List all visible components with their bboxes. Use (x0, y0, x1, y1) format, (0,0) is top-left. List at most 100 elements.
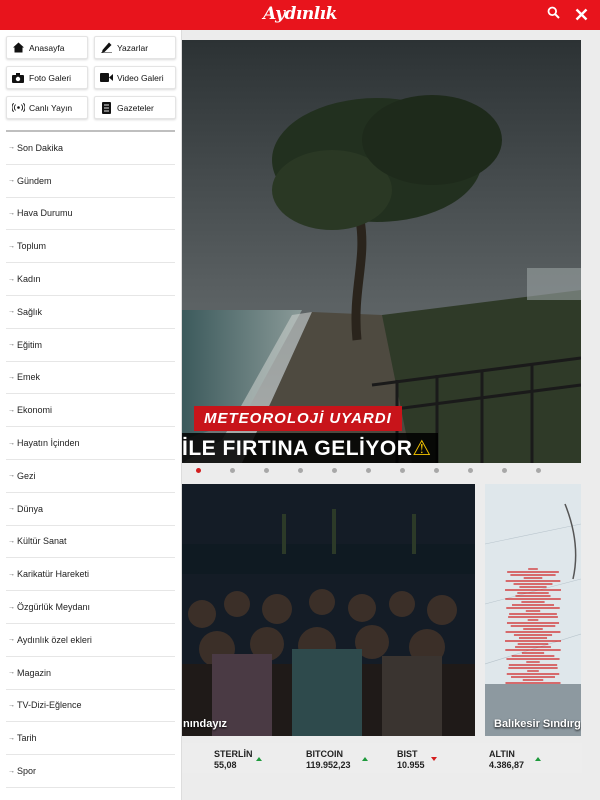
quick-link-photo-gallery[interactable]: Foto Galeri (6, 66, 88, 89)
news-card[interactable]: nındayız (182, 484, 475, 736)
ticker-item[interactable]: STERLİN 55,08 (214, 749, 253, 771)
ticker-item[interactable]: ALTIN 4.386,87 (489, 749, 524, 771)
side-drawer: Anasayfa Yazarlar Foto Galeri Video Gale… (0, 30, 182, 800)
chevron-right-icon: → (8, 570, 15, 578)
menu-item-label: Karikatür Hareketi (17, 569, 90, 580)
chevron-right-icon: → (8, 505, 15, 513)
menu-item[interactable]: → Aydınlık özel ekleri (6, 624, 175, 657)
menu-item[interactable]: → Kadın (6, 263, 175, 296)
chevron-right-icon: → (8, 537, 15, 545)
menu-item[interactable]: → Kültür Sanat (6, 526, 175, 559)
menu-item[interactable]: → Son Dakika (6, 132, 175, 165)
slider-dot[interactable] (536, 468, 541, 473)
chevron-right-icon: → (8, 701, 15, 709)
news-card-image (182, 484, 475, 736)
quick-link-video-gallery[interactable]: Video Galeri (94, 66, 176, 89)
menu-item[interactable]: → Gündem (6, 165, 175, 198)
pen-icon (95, 42, 117, 53)
slider-dot[interactable] (196, 468, 201, 473)
menu-item-label: Gezi (17, 470, 36, 481)
ticker-item[interactable]: BITCOIN 119.952,23 (306, 749, 351, 771)
hero-image (182, 40, 581, 463)
trend-up-icon (535, 757, 541, 761)
slider-dot[interactable] (502, 468, 507, 473)
chevron-right-icon: → (8, 144, 15, 152)
search-icon[interactable] (547, 6, 560, 24)
menu-item[interactable]: → Sağlık (6, 296, 175, 329)
menu-item[interactable]: → Toplum (6, 230, 175, 264)
menu-item[interactable]: → Hayatın İçinden (6, 427, 175, 460)
menu-item-label: Gündem (17, 175, 52, 186)
chevron-right-icon: → (8, 177, 15, 185)
site-logo[interactable]: Aydınlık (0, 4, 600, 24)
menu-item[interactable]: → TV-Dizi-Eğlence (6, 690, 175, 723)
quick-link-home[interactable]: Anasayfa (6, 36, 88, 59)
menu-item[interactable]: → Hava Durumu (6, 198, 175, 231)
chevron-right-icon: → (8, 636, 15, 644)
chevron-right-icon: → (8, 209, 15, 217)
video-camera-icon (95, 73, 117, 82)
top-header: Aydınlık (0, 0, 600, 30)
slider-dot[interactable] (468, 468, 473, 473)
close-icon[interactable] (575, 6, 588, 24)
menu-item[interactable]: → Gezi (6, 460, 175, 493)
hero-headline[interactable]: İLE FIRTINA GELİYOR⚠ (182, 433, 438, 463)
news-card-caption: nındayız (183, 718, 228, 730)
menu-item[interactable]: → Eğitim (6, 329, 175, 362)
chevron-right-icon: → (8, 275, 15, 283)
menu-item-label: Aydınlık özel ekleri (17, 634, 92, 645)
menu-item[interactable]: → Emek (6, 362, 175, 395)
menu-item[interactable]: → Ekonomi (6, 394, 175, 428)
slider-dots (182, 466, 582, 476)
chevron-right-icon: → (8, 669, 15, 677)
trend-up-icon (362, 757, 368, 761)
hero-tag: METEOROLOJİ UYARDI (194, 406, 402, 431)
menu-item-label: Toplum (17, 241, 47, 252)
menu-item-label: Son Dakika (17, 142, 64, 153)
chevron-right-icon: → (8, 734, 15, 742)
menu-item[interactable]: → Spor (6, 755, 175, 788)
menu-item[interactable]: → Dünya (6, 493, 175, 526)
ticker-item[interactable]: BIST 10.955 (397, 749, 425, 771)
slider-dot[interactable] (264, 468, 269, 473)
menu-item[interactable]: → Özgürlük Meydanı (6, 591, 175, 624)
chevron-right-icon: → (8, 308, 15, 316)
menu-item-label: Ekonomi (17, 405, 53, 416)
menu-item-label: Emek (17, 372, 41, 383)
hero-slider[interactable]: METEOROLOJİ UYARDI İLE FIRTINA GELİYOR⚠ (182, 40, 581, 463)
menu-item-label: Dünya (17, 503, 44, 514)
chevron-right-icon: → (8, 603, 15, 611)
menu-item[interactable]: → Tarih (6, 722, 175, 756)
menu-item-label: Eğitim (17, 339, 43, 350)
quick-link-live-broadcast[interactable]: Canlı Yayın (6, 96, 88, 119)
menu-item-label: Kültür Sanat (17, 536, 67, 547)
menu-item-label: Magazin (17, 667, 52, 678)
chevron-right-icon: → (8, 341, 15, 349)
news-card[interactable]: Balıkesir Sındırg (485, 484, 581, 736)
slider-dot[interactable] (230, 468, 235, 473)
menu-item[interactable]: → Magazin (6, 657, 175, 690)
slider-dot[interactable] (400, 468, 405, 473)
slider-dot[interactable] (434, 468, 439, 473)
menu-item-label: Kadın (17, 274, 41, 285)
hero-headline-text: İLE FIRTINA GELİYOR (182, 437, 413, 460)
broadcast-icon (7, 103, 29, 112)
trend-down-icon (431, 757, 437, 761)
chevron-right-icon: → (8, 373, 15, 381)
slider-dot[interactable] (366, 468, 371, 473)
chevron-right-icon: → (8, 439, 15, 447)
quick-link-authors[interactable]: Yazarlar (94, 36, 176, 59)
newspaper-icon (95, 101, 117, 114)
news-card-image (485, 484, 581, 736)
slider-dot[interactable] (298, 468, 303, 473)
menu-item-label: Özgürlük Meydanı (17, 602, 91, 613)
menu-item-label: TV-Dizi-Eğlence (17, 700, 82, 711)
slider-dot[interactable] (332, 468, 337, 473)
camera-icon (7, 72, 29, 83)
menu-item-label: Hava Durumu (17, 208, 73, 219)
menu-item-label: Sağlık (17, 306, 43, 317)
quick-link-newspapers[interactable]: Gazeteler (94, 96, 176, 119)
chevron-right-icon: → (8, 406, 15, 414)
trend-up-icon (256, 757, 262, 761)
menu-item[interactable]: → Karikatür Hareketi (6, 558, 175, 592)
